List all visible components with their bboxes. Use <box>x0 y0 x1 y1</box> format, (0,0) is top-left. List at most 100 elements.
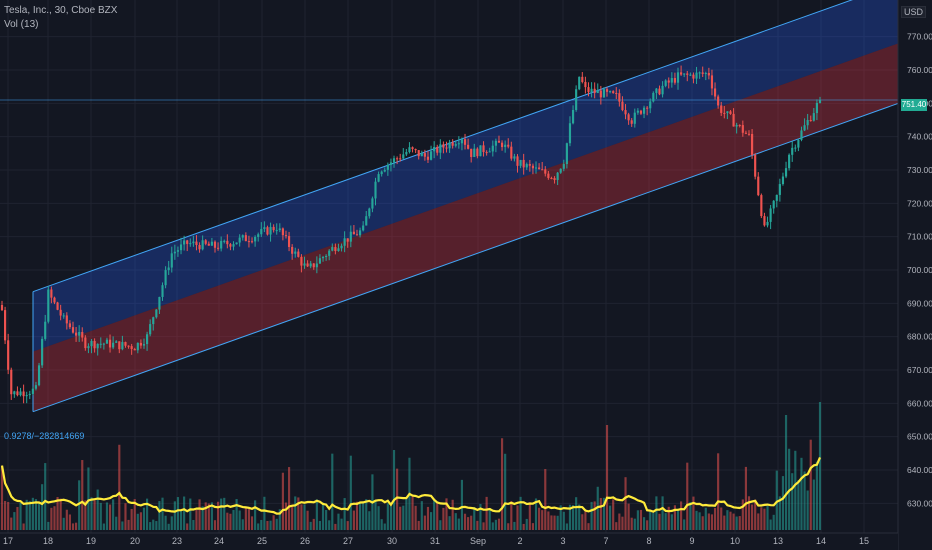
volume-bar <box>71 523 75 530</box>
candle-body <box>695 72 698 79</box>
candle-body <box>81 331 84 338</box>
volume-bar <box>803 471 806 530</box>
volume-bar <box>96 489 99 530</box>
candle-body <box>741 125 744 133</box>
channel-lower-fill <box>33 43 898 412</box>
symbol-legend[interactable]: Tesla, Inc., 30, Cboe BZX <box>4 5 117 16</box>
candle-body <box>68 323 71 328</box>
last-price-tag: 751.40 <box>901 99 927 111</box>
chart-canvas[interactable]: 630.00 640.00 650.00 660.00 670.00 680.00 690.… <box>0 0 932 550</box>
candle-body <box>497 140 501 143</box>
candle-body <box>417 150 420 157</box>
candle-body <box>815 102 818 114</box>
volume-bar <box>470 515 473 530</box>
volume-bar <box>593 501 596 530</box>
volume-bar <box>454 513 457 530</box>
volume-bar <box>476 520 479 530</box>
candle-body <box>457 143 460 145</box>
candle-body <box>760 195 763 217</box>
candle-body <box>284 235 288 237</box>
candle-body <box>661 85 664 95</box>
volume-bar <box>65 509 68 530</box>
volume-bar <box>581 514 584 530</box>
candle-body <box>44 321 47 339</box>
candle-body <box>306 263 309 267</box>
candle-body <box>420 153 423 157</box>
candle-body <box>346 238 349 242</box>
chart-root[interactable]: 630.00 640.00 650.00 660.00 670.00 680.00 690.… <box>0 0 932 550</box>
candle-body <box>735 124 738 127</box>
candle-body <box>670 78 673 83</box>
candle-body <box>575 89 578 110</box>
volume-bar <box>609 505 612 530</box>
candle-body <box>704 73 707 75</box>
candle-body <box>479 145 482 157</box>
volume-bar <box>44 463 47 530</box>
volume-bar <box>238 510 241 530</box>
volume-bar <box>179 510 183 530</box>
price-tick-label: 640.00 <box>907 465 932 475</box>
volume-bar <box>306 510 309 530</box>
volume-bar <box>590 501 593 530</box>
volume-bar <box>510 501 513 530</box>
candle-body <box>649 101 652 109</box>
candle-body <box>655 88 658 93</box>
candle-body <box>800 130 803 140</box>
candle-body <box>278 228 281 231</box>
candle-body <box>763 216 766 226</box>
candle-body <box>112 342 115 348</box>
volume-bar <box>402 505 405 530</box>
volume-bar <box>763 508 766 530</box>
time-tick-label: 26 <box>300 536 310 546</box>
candle-body <box>331 247 334 251</box>
candle-body <box>352 231 355 235</box>
candle-body <box>732 113 735 127</box>
volume-bar <box>272 515 275 530</box>
volume-bar <box>584 511 587 530</box>
candle-body <box>170 253 173 268</box>
candle-body <box>220 240 223 249</box>
time-tick-label: 2 <box>517 536 522 546</box>
candle-body <box>609 91 612 93</box>
volume-bar <box>124 503 127 530</box>
candle-body <box>90 340 93 347</box>
volume-bar <box>411 496 414 530</box>
candle-body <box>470 148 473 157</box>
candle-body <box>65 315 68 324</box>
volume-bar <box>325 510 328 530</box>
volume-bar <box>170 516 173 530</box>
candle-body <box>34 385 38 389</box>
volume-bar <box>68 514 71 530</box>
candle-body <box>223 240 226 242</box>
candle-body <box>602 89 606 98</box>
candle-body <box>0 305 4 311</box>
volume-bar <box>442 507 445 530</box>
volume-bar <box>433 500 436 530</box>
volume-bar <box>485 496 488 530</box>
candle-body <box>414 149 417 151</box>
price-tick-label: 650.00 <box>907 432 932 442</box>
candle-body <box>778 184 781 195</box>
price-axis: 630.00 640.00 650.00 660.00 670.00 680.00 690.… <box>897 0 932 550</box>
candle-body <box>683 73 686 75</box>
volume-bar <box>294 496 297 530</box>
volume-bar <box>149 522 152 530</box>
candle-body <box>99 343 102 345</box>
candle-body <box>630 120 633 124</box>
volume-bar <box>186 523 189 530</box>
candle-body <box>244 235 247 242</box>
volume-bar <box>633 518 636 530</box>
candle-body <box>201 240 204 250</box>
price-tick-label: 630.00 <box>907 498 932 508</box>
volume-bar <box>263 496 266 530</box>
candle-body <box>516 156 519 166</box>
candle-body <box>633 112 636 124</box>
candle-body <box>738 124 741 126</box>
volume-bar <box>352 510 355 530</box>
candle-body <box>513 156 516 159</box>
candle-body <box>179 244 183 251</box>
candle-body <box>75 332 78 336</box>
volume-legend[interactable]: Vol (13) <box>4 19 38 30</box>
candle-body <box>686 73 689 75</box>
volume-bar <box>167 523 170 530</box>
